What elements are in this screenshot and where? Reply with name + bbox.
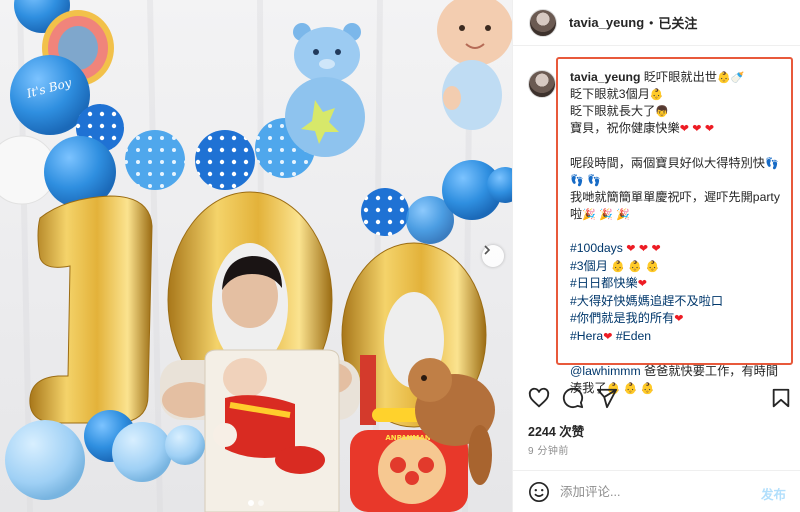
post-comment-button[interactable]: 发布 (761, 484, 786, 503)
baby-icon: 👶 (628, 260, 643, 273)
bookmark-icon[interactable] (770, 387, 792, 409)
caption-avatar[interactable] (528, 70, 556, 98)
footprints-icon: 👣 (570, 174, 584, 187)
heart-icon: ❤ (704, 123, 715, 135)
footprints-icon: 👣 (587, 174, 601, 187)
hashtag-link[interactable]: #日日都快樂 (570, 276, 638, 290)
comment-icon[interactable] (562, 387, 584, 409)
carousel-dot (248, 500, 254, 506)
boy-icon: 👦 (655, 105, 670, 118)
bottle-icon: 🍼 (730, 71, 745, 84)
caption-line: 啦 (570, 207, 583, 221)
like-heart-icon[interactable] (528, 387, 550, 409)
party-icon: 🎉 (616, 208, 631, 221)
follow-status-button[interactable]: 已关注 (658, 13, 697, 32)
hashtag-link[interactable]: #100days (570, 241, 623, 255)
baby-icon: 👶 (645, 260, 660, 273)
chevron-right-icon (484, 245, 491, 255)
hashtag-link[interactable]: #你們就是我的所有 (570, 311, 674, 325)
footprints-icon: 👣 (765, 157, 779, 170)
mention-link[interactable]: @lawhimmm (570, 364, 641, 378)
post-timestamp[interactable]: 9 分钟前 (528, 442, 569, 457)
caption-line: 呢段時間，兩個寶貝好似大得特別快 (570, 156, 765, 170)
next-photo-button[interactable] (482, 245, 504, 267)
post-header: tavia_yeung • 已关注 (513, 0, 800, 46)
header-separator: • (649, 15, 654, 30)
header-username[interactable]: tavia_yeung (569, 15, 644, 30)
heart-icon: ❤ (651, 243, 661, 255)
hashtag-link[interactable]: #大得好快媽媽追趕不及啦口 (570, 294, 723, 308)
heart-icon: ❤ (603, 331, 613, 343)
carousel-dot (258, 500, 264, 506)
toy-text: ANPANMAN (385, 434, 430, 442)
caption-line: 眨吓眼就出世 (643, 70, 717, 84)
hashtag-link[interactable]: #3個月 (570, 259, 608, 273)
baby-icon: 👶 (649, 88, 664, 101)
party-icon: 🎉 (599, 208, 613, 221)
caption-text: tavia_yeung 眨吓眼就出世👶🍼 眨下眼就3個月👶 眨下眼就長大了👦 寶… (570, 69, 790, 397)
heart-icon: ❤ (674, 313, 684, 325)
like-count[interactable]: 2244 次赞 (528, 421, 584, 440)
hashtag-link[interactable]: #Eden (616, 329, 651, 343)
heart-icon: ❤ (679, 123, 689, 135)
caption-line: 眨下眼就3個月 (570, 87, 650, 101)
heart-icon: ❤ (637, 278, 647, 290)
photo-illustration: It's Boy ANPANMAN (0, 0, 512, 512)
caption-line: 眨下眼就長大了 (570, 104, 656, 118)
heart-icon: ❤ (692, 123, 702, 135)
avatar[interactable] (529, 8, 557, 37)
comment-bar: 发布 (512, 470, 800, 512)
carousel-dots (0, 500, 512, 506)
comment-input[interactable] (560, 482, 750, 502)
caption-username[interactable]: tavia_yeung (570, 70, 640, 84)
share-icon[interactable] (596, 387, 618, 409)
post-actions (528, 387, 792, 411)
party-icon: 🎉 (582, 208, 596, 221)
hashtag-link[interactable]: #Hera (570, 329, 603, 343)
post-photo[interactable]: It's Boy ANPANMAN (0, 0, 512, 512)
caption-line: 寶貝，祝你健康快樂 (570, 121, 680, 135)
baby-icon: 👶 (611, 260, 626, 273)
baby-icon: 👶 (716, 71, 731, 84)
caption-line: 我哋就簡簡單單慶祝吓，遲吓先開party (570, 190, 780, 204)
caption-line: 爸爸就快要工作，有時間 (644, 364, 779, 378)
emoji-smile-icon[interactable] (528, 481, 550, 503)
heart-icon: ❤ (638, 243, 649, 255)
heart-icon: ❤ (626, 243, 636, 255)
